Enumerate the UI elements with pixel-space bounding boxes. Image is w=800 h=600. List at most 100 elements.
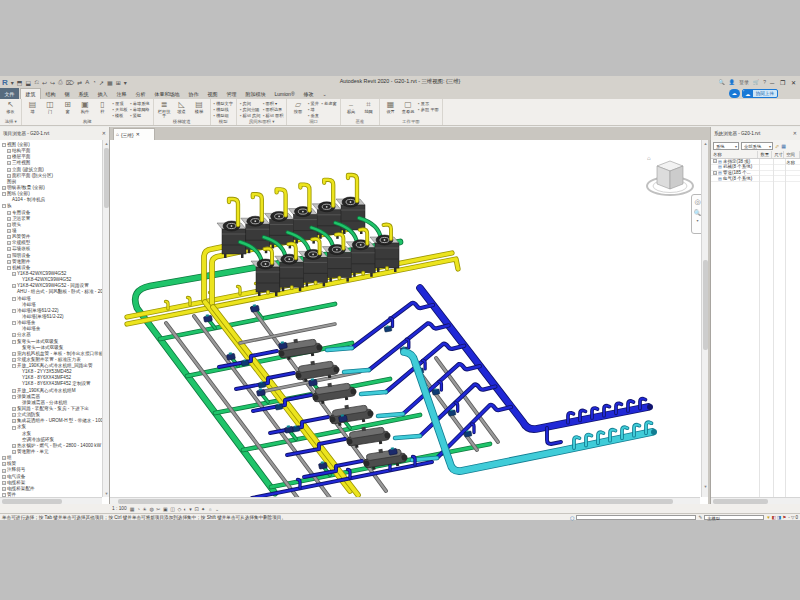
ribbon-tab-体量和场地[interactable]: 体量和场地 xyxy=(150,88,184,99)
viewbar-icon-10[interactable]: ⊡ xyxy=(194,506,198,512)
status-filter-icon-3[interactable]: ⚑ xyxy=(782,515,786,520)
design-options-field[interactable]: 主模型 xyxy=(704,515,764,521)
ribbon-tab-钢[interactable]: 钢 xyxy=(60,88,74,99)
ribbon-button-窗[interactable]: ⊞窗 xyxy=(60,100,75,114)
sb-row[interactable]: ▤ 电气(8 个系统) xyxy=(711,176,800,182)
ribbon-panel-洞口: ▱按面▪竖井▪墙▪垂直▪老虎窗洞口 xyxy=(287,99,340,125)
ribbon-tab-管理[interactable]: 管理 xyxy=(222,88,241,99)
viewbar-icon-0[interactable]: ▦ xyxy=(130,506,135,512)
status-filter-icon-1[interactable]: ◧ xyxy=(772,515,776,520)
view-control-icons[interactable]: ▦◔☀◍✂▣◫◇◐▾⊡✦☼⌄ xyxy=(130,506,219,512)
drawing-canvas[interactable]: ⌂ ◎ 🔍 ▾ ▲▼ xyxy=(110,140,708,504)
status-filter-icon-4[interactable]: ◔ xyxy=(787,515,790,520)
viewbar-icon-6[interactable]: ◫ xyxy=(170,506,175,512)
ribbon-tab-结构[interactable]: 结构 xyxy=(41,88,60,99)
ribbon-button-门[interactable]: ◫门 xyxy=(43,100,58,114)
viewbar-icon-9[interactable]: ▾ xyxy=(189,506,192,512)
ribbon-tab-分析[interactable]: 分析 xyxy=(131,88,150,99)
tab-dropdown-icon[interactable]: ⌄ xyxy=(318,88,331,99)
viewbar-icon-3[interactable]: ◍ xyxy=(149,506,153,512)
sb-tool-icon-2[interactable]: ▦ xyxy=(781,143,786,149)
ribbon-button-柱[interactable]: ▯柱 xyxy=(95,100,110,114)
tree-item[interactable]: +热水锅炉 - 燃气 - 卧式 - 2800 - 14000 kW xyxy=(0,443,100,449)
workset-field[interactable] xyxy=(576,515,696,521)
ribbon-button-构件[interactable]: ▣构件 xyxy=(78,100,93,114)
viewbar-icon-7[interactable]: ◇ xyxy=(177,506,181,512)
cart-icon[interactable]: 🛒 xyxy=(753,79,759,85)
project-browser-panel: −视图 (全部)+结构平面+楼层平面+三维视图+立面 (建筑立面)+面积平面 (… xyxy=(0,140,110,504)
system-browser-header[interactable]: 系统浏览器 - G20-1.rvt✕ xyxy=(710,127,800,140)
ribbon-button-按面[interactable]: ▱按面 xyxy=(290,100,305,114)
editable-only-icon[interactable]: ✎ xyxy=(698,515,702,520)
ribbon-button-楼梯[interactable]: ▤楼梯 xyxy=(192,100,207,114)
system-filter-dropdown[interactable]: 系统 xyxy=(713,142,739,150)
system-browser-hscrollbar[interactable] xyxy=(711,497,800,504)
view-filter-dropdown[interactable]: 全部系统 xyxy=(741,142,773,150)
viewbar-icon-8[interactable]: ◐ xyxy=(184,506,187,512)
ribbon-button-标高[interactable]: ⎯标高 xyxy=(344,100,359,114)
viewbar-icon-11[interactable]: ✦ xyxy=(201,506,205,512)
project-browser-header[interactable]: 项目浏览器 - G20-1.rvt✕ xyxy=(0,127,110,140)
home-icon: ⌂ xyxy=(116,132,119,137)
ribbon-panel-构建: ▤墙◫门⊞窗▣构件▯柱▪屋顶▪天花板▪楼板▪幕墙系统▪幕墙网格▪竖梃构建 xyxy=(22,99,154,125)
ribbon-tab-视图[interactable]: 视图 xyxy=(203,88,222,99)
ribbon-tab-系统[interactable]: 系统 xyxy=(74,88,93,99)
sb-column-数量[interactable]: 数量 xyxy=(758,151,772,158)
workset-icon[interactable]: ⬡ xyxy=(570,515,574,521)
canvas-vscrollbar[interactable]: ▲▼ xyxy=(701,140,708,497)
ribbon-button-栏杆扶手[interactable]: ≣栏杆扶手 xyxy=(157,100,172,119)
search-icon[interactable]: 🔍 xyxy=(718,79,724,85)
ribbon-tab-插入[interactable]: 插入 xyxy=(93,88,112,99)
status-filter-icon-0[interactable]: ▼ xyxy=(766,515,770,520)
scale-label[interactable]: 1 : 100 xyxy=(112,506,127,511)
ribbon-button-坡道[interactable]: ◺坡道 xyxy=(174,100,189,114)
user-icon[interactable]: 👤 xyxy=(729,79,735,85)
ribbon-button-墙[interactable]: ▤墙 xyxy=(25,100,40,114)
filter-icons[interactable]: ▼◧◨⚑◔▽0 xyxy=(766,515,798,520)
help-icon[interactable]: ? xyxy=(763,79,766,85)
ribbon-button-修改[interactable]: ↖修改 xyxy=(3,100,18,114)
project-browser-vscrollbar[interactable]: ▲▼ xyxy=(102,140,109,497)
tree-item[interactable]: +集成花洒组件 - UROM-H 型 - 带储水 - 100-175 CN xyxy=(0,418,100,424)
ribbon-tab-注释[interactable]: 注释 xyxy=(112,88,131,99)
signin-label[interactable]: 登录 xyxy=(739,79,749,85)
status-filter-icon-2[interactable]: ◨ xyxy=(777,515,781,520)
ribbon-button-参照 平面[interactable]: ▪参照 平面 xyxy=(418,106,439,112)
ribbon-button-查看器[interactable]: ▢查看器 xyxy=(401,100,416,114)
sb-column-尺寸[interactable]: 尺寸 xyxy=(772,151,784,158)
canvas-hscrollbar[interactable] xyxy=(110,497,700,504)
viewbar-icon-13[interactable]: ⌄ xyxy=(215,506,219,512)
tree-item[interactable]: +泵回路 - 装配弯头 - 泵房 - 下进下出 xyxy=(0,406,100,412)
project-browser-close-icon[interactable]: ✕ xyxy=(102,127,106,140)
view-cube[interactable]: ⌂ xyxy=(644,152,696,202)
ribbon-tab-Lumion®[interactable]: Lumion® xyxy=(270,88,299,99)
upload-button[interactable]: ☁协同上传 xyxy=(742,89,778,98)
sb-column-空间名称[interactable]: 空间名称 xyxy=(784,151,800,158)
viewbar-icon-4[interactable]: ✂ xyxy=(156,506,160,512)
cloud-icon[interactable]: ☁ xyxy=(729,89,740,98)
ribbon-tab-修改[interactable]: 修改 xyxy=(299,88,318,99)
system-browser-close-icon[interactable]: ✕ xyxy=(793,127,797,140)
sb-tool-icon-1[interactable]: ⬀ xyxy=(775,143,779,149)
ribbon-tab-建筑[interactable]: 建筑 xyxy=(20,88,41,99)
project-browser-tree[interactable]: −视图 (全部)+结构平面+楼层平面+三维视图+立面 (建筑立面)+面积平面 (… xyxy=(0,142,100,504)
window-buttons[interactable]: ─ ❐ ✕ xyxy=(770,79,798,86)
project-browser-hscrollbar[interactable] xyxy=(0,497,102,504)
revit-window: R▾⬒⬓⎌↩↪⎙⌦⇄A◔➚▦⊞▾ Autodesk Revit 2020 - G… xyxy=(0,76,800,519)
sb-column-名称[interactable]: 名称 xyxy=(711,151,758,158)
status-filter-icon-5[interactable]: ▽ xyxy=(791,515,794,520)
viewbar-icon-2[interactable]: ☀ xyxy=(142,506,146,512)
window-title: Autodesk Revit 2020 - G20-1.rvt - 三维视图: … xyxy=(0,78,800,85)
viewbar-icon-12[interactable]: ☼ xyxy=(208,506,213,512)
viewbar-icon-1[interactable]: ◔ xyxy=(137,506,140,512)
ribbon-button-老虎窗[interactable]: ▪老虎窗 xyxy=(321,100,336,106)
ribbon-button-设置[interactable]: ▦设置 xyxy=(383,100,398,114)
viewbar-icon-5[interactable]: ▣ xyxy=(163,506,168,512)
ribbon-tab-附加模块[interactable]: 附加模块 xyxy=(241,88,270,99)
status-filter-icon-6[interactable]: 0 xyxy=(795,515,798,520)
view-tab-3d[interactable]: ⌂{三维}✕ xyxy=(113,128,155,140)
ribbon-tab-文件[interactable]: 文件 xyxy=(0,88,19,99)
view-tab-close-icon[interactable]: ✕ xyxy=(136,132,140,137)
ribbon-tab-协作[interactable]: 协作 xyxy=(184,88,203,99)
ribbon-button-轴网[interactable]: ⌗轴网 xyxy=(361,100,376,114)
